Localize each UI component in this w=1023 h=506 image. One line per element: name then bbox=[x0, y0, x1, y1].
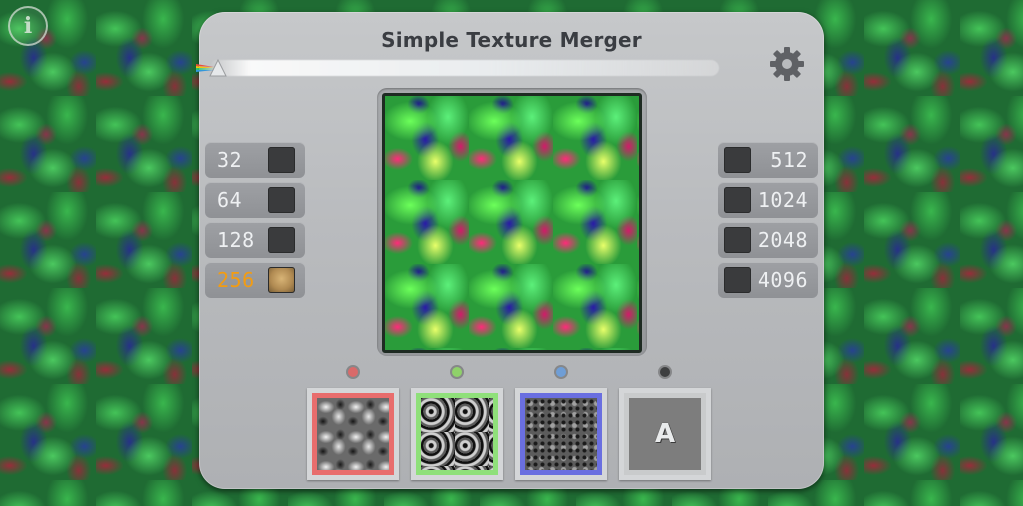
size-checkbox bbox=[724, 187, 751, 213]
size-label: 4096 bbox=[757, 268, 808, 292]
alpha-channel-dot bbox=[660, 367, 670, 377]
red-channel-dot bbox=[348, 367, 358, 377]
size-label: 1024 bbox=[757, 188, 808, 212]
red-channel-texture bbox=[312, 393, 394, 475]
info-icon: i bbox=[23, 13, 33, 39]
size-button-4096[interactable]: 4096 bbox=[718, 262, 818, 298]
preview-frame bbox=[377, 88, 647, 356]
size-label: 32 bbox=[217, 148, 243, 172]
size-checkbox-selected bbox=[268, 267, 295, 293]
alpha-channel-label: A bbox=[624, 393, 706, 475]
settings-button[interactable] bbox=[767, 44, 807, 84]
size-checkbox bbox=[724, 227, 751, 253]
blue-channel-slot[interactable] bbox=[515, 388, 607, 480]
green-channel-dot bbox=[452, 367, 462, 377]
size-label: 512 bbox=[770, 148, 808, 172]
size-checkbox bbox=[724, 267, 751, 293]
size-checkbox bbox=[268, 227, 295, 253]
size-checkbox bbox=[268, 187, 295, 213]
size-checkbox bbox=[724, 147, 751, 173]
size-label: 128 bbox=[217, 228, 255, 252]
size-button-256[interactable]: 256 bbox=[205, 262, 305, 298]
size-button-128[interactable]: 128 bbox=[205, 222, 305, 258]
title-brush-stroke bbox=[209, 60, 719, 76]
blue-channel-texture bbox=[520, 393, 602, 475]
size-button-32[interactable]: 32 bbox=[205, 142, 305, 178]
main-panel: Simple Texture Merger 32 64 128 256 512 … bbox=[196, 12, 824, 489]
green-channel-slot[interactable] bbox=[411, 388, 503, 480]
blue-channel-dot bbox=[556, 367, 566, 377]
size-button-64[interactable]: 64 bbox=[205, 182, 305, 218]
green-channel-texture bbox=[416, 393, 498, 475]
prism-logo-icon bbox=[196, 58, 227, 77]
size-button-2048[interactable]: 2048 bbox=[718, 222, 818, 258]
size-button-512[interactable]: 512 bbox=[718, 142, 818, 178]
red-channel-slot[interactable] bbox=[307, 388, 399, 480]
alpha-channel-slot[interactable]: A bbox=[619, 388, 711, 480]
gear-icon bbox=[770, 47, 804, 81]
info-button[interactable]: i bbox=[8, 6, 48, 46]
app-title: Simple Texture Merger bbox=[381, 28, 642, 52]
size-checkbox bbox=[268, 147, 295, 173]
size-label: 2048 bbox=[757, 228, 808, 252]
size-label: 256 bbox=[217, 268, 255, 292]
size-label: 64 bbox=[217, 188, 243, 212]
merged-texture-preview[interactable] bbox=[382, 93, 642, 353]
size-button-1024[interactable]: 1024 bbox=[718, 182, 818, 218]
